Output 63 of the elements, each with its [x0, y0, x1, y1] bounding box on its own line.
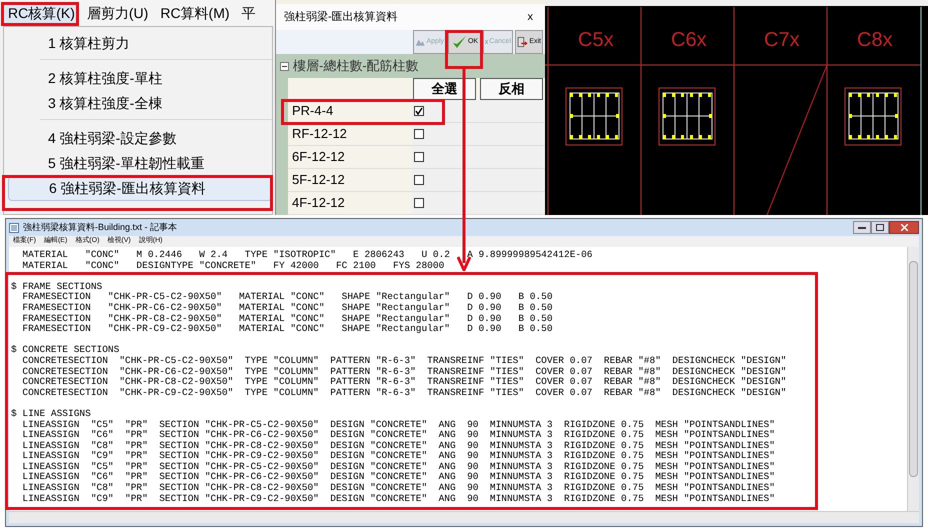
checkbox[interactable]: [414, 175, 424, 185]
text-line: LINEASSIGN "C6" "PR" SECTION "CHK-PR-C6-C2-90X50" DESIGN "CONCRETE" ANG 90 MINNUMSTA 3 RIGIDZONE 0.75 MESH "POINTSANDLINES": [21, 472, 776, 483]
checkbox[interactable]: [414, 198, 424, 208]
floor-label: PR-4-4: [292, 103, 334, 119]
collapse-icon[interactable]: [280, 62, 289, 70]
close-icon: [900, 224, 908, 231]
maximize-button[interactable]: [871, 221, 889, 234]
text-line: $ LINE ASSIGNS: [10, 408, 92, 420]
text-line: FRAMESECTION "CHK-PR-C5-C2-90X50" MATERIAL "CONC" SHAPE "Rectangular" D 0.90 B 0.50: [21, 292, 554, 303]
minimize-button[interactable]: [853, 221, 871, 234]
text-line: LINEASSIGN "C8" "PR" SECTION "CHK-PR-C8-C2-90X50" DESIGN "CONCRETE" ANG 90 MINNUMSTA 3 RIGIDZONE 0.75 MESH "POINTSANDLINES": [21, 483, 776, 494]
maximize-icon: [876, 224, 884, 231]
text-line: FRAMESECTION "CHK-PR-C8-C2-90X50" MATERIAL "CONC" SHAPE "Rectangular" D 0.90 B 0.50: [21, 314, 554, 324]
text-line: CONCRETESECTION "CHK-PR-C6-C2-90X50" TYPE "COLUMN" PATTERN "R-6-3" TRANSREINF "TIES" COVER 0.07 REBAR "#8" DESIGNCHECK "DESIGN": [21, 366, 788, 377]
floor-label: 4F-12-12: [292, 195, 345, 211]
header-button[interactable]: 反相: [480, 78, 543, 100]
checkbox[interactable]: [414, 152, 424, 162]
menu-item[interactable]: 2 核算柱強度-單柱: [8, 66, 272, 91]
text-line: MATERIAL "CONC" DESIGNTYPE "CONCRETE" FY 42000 FC 2100 FYS 28000: [21, 260, 446, 272]
text-line: LINEASSIGN "C9" "PR" SECTION "CHK-PR-C9-C2-90X50" DESIGN "CONCRETE" ANG 90 MINNUMSTA 3 RIGIDZONE 0.75 MESH "POINTSANDLINES": [21, 451, 776, 462]
checkmark-icon: [450, 34, 467, 50]
text-line: LINEASSIGN "C9" "PR" SECTION "CHK-PR-C9-C2-90X50" DESIGN "CONCRETE" ANG 90 MINNUMSTA 3 RIGIDZONE 0.75 MESH "POINTSANDLINES": [21, 494, 776, 504]
window-title: 強柱弱梁核算資料-Building.txt - 記事本: [23, 220, 178, 234]
text-line: CONCRETESECTION "CHK-PR-C5-C2-90X50" TYPE "COLUMN" PATTERN "R-6-3" TRANSREINF "TIES" COVER 0.07 REBAR "#8" DESIGNCHECK "DESIGN": [21, 356, 788, 367]
column-label: C7x: [764, 29, 800, 51]
text-line: LINEASSIGN "C5" "PR" SECTION "CHK-PR-C5-C2-90X50" DESIGN "CONCRETE" ANG 90 MINNUMSTA 3 RIGIDZONE 0.75 MESH "POINTSANDLINES": [21, 420, 776, 430]
text-line: LINEASSIGN "C5" "PR" SECTION "CHK-PR-C5-C2-90X50" DESIGN "CONCRETE" ANG 90 MINNUMSTA 3 RIGIDZONE 0.75 MESH "POINTSANDLINES": [21, 462, 776, 472]
text-line: $ CONCRETE SECTIONS: [10, 345, 120, 356]
menu-item[interactable]: 4 強柱弱梁-設定參數: [8, 126, 272, 151]
menu-bar-item[interactable]: 層剪力(U): [82, 3, 152, 23]
vertical-scrollbar[interactable]: [907, 247, 919, 511]
text-line: FRAMESECTION "CHK-PR-C9-C2-90X50" MATERIAL "CONC" SHAPE "Rectangular" D 0.90 B 0.50: [21, 324, 554, 335]
text-line: CONCRETESECTION "CHK-PR-C8-C2-90X50" TYPE "COLUMN" PATTERN "R-6-3" TRANSREINF "TIES" COVER 0.07 REBAR "#8" DESIGNCHECK "DESIGN": [21, 377, 788, 388]
menu-item[interactable]: 3 核算柱強度-全棟: [8, 91, 272, 116]
highlight-frame: [445, 30, 483, 69]
dialog-title: 強柱弱梁-匯出核算資料: [284, 10, 398, 25]
menu-bar-item[interactable]: RC算料(M): [156, 3, 234, 23]
notepad-icon: [9, 222, 19, 232]
text-line: $ FRAME SECTIONS: [10, 282, 104, 292]
minimize-icon: [858, 226, 866, 229]
floor-label: 5F-12-12: [292, 172, 345, 188]
menu-item[interactable]: 5 強柱弱梁-單柱韌性載重: [8, 151, 272, 176]
menu-bar-item[interactable]: 平: [238, 3, 260, 23]
group-title: 樓層-總柱數-配筋柱數: [293, 57, 419, 76]
column-label: C5x: [578, 29, 614, 51]
close-button[interactable]: x: [528, 8, 537, 26]
floor-label: RF-12-12: [292, 126, 347, 142]
text-line: LINEASSIGN "C8" "PR" SECTION "CHK-PR-C8-C2-90X50" DESIGN "CONCRETE" ANG 90 MINNUMSTA 3 RIGIDZONE 0.75 MESH "POINTSANDLINES": [21, 440, 776, 451]
close-button[interactable]: [889, 221, 919, 234]
text-line: MATERIAL "CONC" M 0.2446 W 2.4 TYPE "ISOTROPIC" E 2806243 U 0.2 A 9.89999989542412E-06: [21, 250, 594, 261]
door-icon: [517, 34, 528, 50]
column-label: C6x: [671, 29, 707, 51]
text-line: LINEASSIGN "C6" "PR" SECTION "CHK-PR-C6-C2-90X50" DESIGN "CONCRETE" ANG 90 MINNUMSTA 3 RIGIDZONE 0.75 MESH "POINTSANDLINES": [21, 430, 776, 441]
checkbox[interactable]: [414, 106, 424, 116]
text-line: FRAMESECTION "CHK-PR-C6-C2-90X50" MATERIAL "CONC" SHAPE "Rectangular" D 0.90 B 0.50: [21, 302, 554, 314]
floor-label: 6F-12-12: [292, 149, 345, 165]
column-label: C8x: [857, 29, 893, 51]
menu-item[interactable]: 1 核算柱剪力: [8, 31, 272, 56]
text-line: CONCRETESECTION "CHK-PR-C9-C2-90X50" TYPE "COLUMN" PATTERN "R-6-3" TRANSREINF "TIES" COVER 0.07 REBAR "#8" DESIGNCHECK "DESIGN": [21, 388, 788, 398]
menu-item[interactable]: 6 強柱弱梁-匯出核算資料: [8, 176, 272, 201]
checkbox[interactable]: [414, 129, 424, 139]
horizontal-scrollbar[interactable]: [9, 511, 919, 523]
header-button[interactable]: 全選: [413, 78, 476, 100]
